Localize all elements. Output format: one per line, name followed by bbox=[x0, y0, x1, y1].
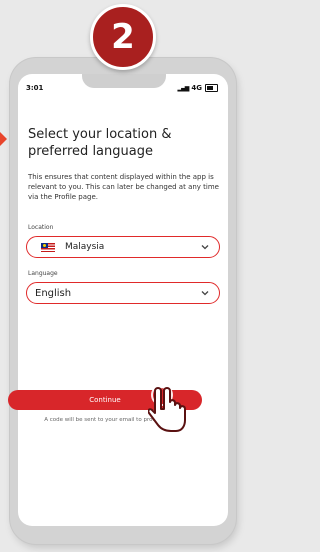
location-select[interactable]: Malaysia bbox=[26, 236, 220, 258]
language-value: English bbox=[35, 287, 72, 299]
page-title: Select your location & preferred languag… bbox=[28, 127, 172, 159]
chevron-down-icon bbox=[201, 291, 209, 296]
location-value: Malaysia bbox=[65, 242, 105, 252]
location-label: Location bbox=[28, 224, 54, 231]
language-label: Language bbox=[28, 270, 58, 277]
status-icons: ▂▄▆ 4G bbox=[178, 84, 218, 92]
battery-icon bbox=[205, 84, 218, 92]
signal-icon: ▂▄▆ bbox=[177, 84, 190, 92]
malaysia-flag-icon bbox=[41, 242, 55, 252]
page-description: This ensures that content displayed with… bbox=[28, 173, 219, 201]
app-screen: 3:01 ▂▄▆ 4G Select your location & prefe… bbox=[18, 74, 228, 526]
step-number-badge: 2 bbox=[90, 4, 156, 70]
status-time: 3:01 bbox=[26, 84, 44, 92]
pointer-arrow-icon bbox=[0, 132, 7, 146]
pointing-hand-icon bbox=[148, 384, 186, 432]
network-label: 4G bbox=[191, 84, 202, 92]
language-select[interactable]: English bbox=[26, 282, 220, 304]
status-bar: 3:01 ▂▄▆ 4G bbox=[26, 84, 218, 96]
chevron-down-icon bbox=[201, 245, 209, 250]
